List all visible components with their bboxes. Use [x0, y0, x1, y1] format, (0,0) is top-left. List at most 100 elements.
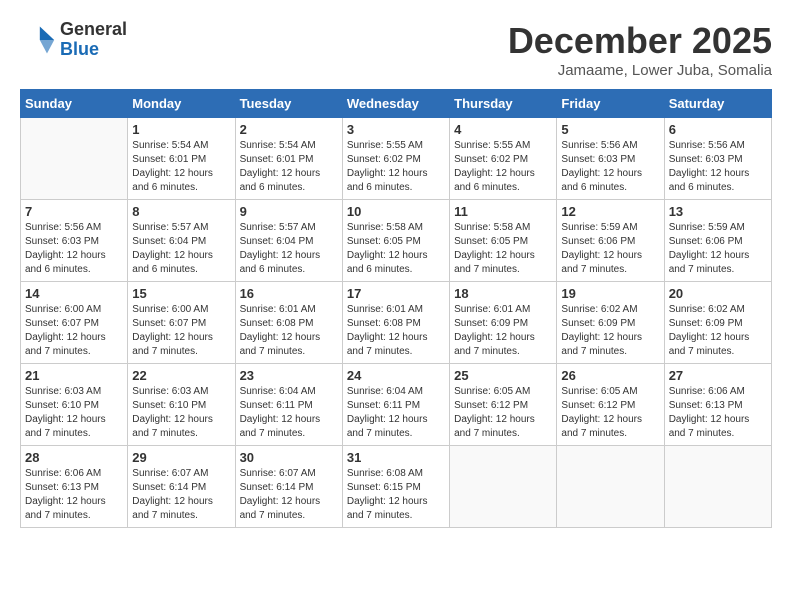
day-info: Sunrise: 6:01 AMSunset: 6:08 PMDaylight:…	[347, 303, 445, 359]
day-info: Sunrise: 6:02 AMSunset: 6:09 PMDaylight:…	[669, 303, 767, 359]
day-number: 15	[132, 286, 230, 301]
calendar-week-row: 14 Sunrise: 6:00 AMSunset: 6:07 PMDayligh…	[21, 282, 772, 364]
day-number: 2	[240, 122, 338, 137]
calendar-day-cell: 11 Sunrise: 5:58 AMSunset: 6:05 PMDayligh…	[450, 200, 557, 282]
calendar-day-cell: 13 Sunrise: 5:59 AMSunset: 6:06 PMDayligh…	[664, 200, 771, 282]
calendar-day-cell: 12 Sunrise: 5:59 AMSunset: 6:06 PMDayligh…	[557, 200, 664, 282]
day-number: 20	[669, 286, 767, 301]
day-number: 11	[454, 204, 552, 219]
day-info: Sunrise: 5:57 AMSunset: 6:04 PMDaylight:…	[132, 221, 230, 277]
day-info: Sunrise: 5:56 AMSunset: 6:03 PMDaylight:…	[561, 139, 659, 195]
day-number: 5	[561, 122, 659, 137]
calendar-day-cell: 18Sunrise: 6:01 AMSunset: 6:09 PMDayligh…	[450, 282, 557, 364]
calendar-week-row: 1 Sunrise: 5:54 AMSunset: 6:01 PMDaylight…	[21, 118, 772, 200]
weekday-header: Saturday	[664, 90, 771, 118]
logo-icon	[20, 22, 56, 58]
day-number: 27	[669, 368, 767, 383]
calendar-day-cell: 22 Sunrise: 6:03 AMSunset: 6:10 PMDayligh…	[128, 364, 235, 446]
calendar-day-cell: 23Sunrise: 6:04 AMSunset: 6:11 PMDayligh…	[235, 364, 342, 446]
weekday-header: Tuesday	[235, 90, 342, 118]
day-number: 9	[240, 204, 338, 219]
day-number: 14	[25, 286, 123, 301]
day-info: Sunrise: 5:56 AMSunset: 6:03 PMDaylight:…	[669, 139, 767, 195]
weekday-header: Wednesday	[342, 90, 449, 118]
day-info: Sunrise: 6:00 AMSunset: 6:07 PMDaylight:…	[25, 303, 123, 359]
title-block: December 2025 Jamaame, Lower Juba, Somal…	[508, 20, 772, 79]
day-info: Sunrise: 5:59 AMSunset: 6:06 PMDaylight:…	[561, 221, 659, 277]
calendar-day-cell: 24 Sunrise: 6:04 AMSunset: 6:11 PMDayligh…	[342, 364, 449, 446]
calendar-week-row: 7 Sunrise: 5:56 AMSunset: 6:03 PMDaylight…	[21, 200, 772, 282]
day-number: 25	[454, 368, 552, 383]
day-info: Sunrise: 5:54 AMSunset: 6:01 PMDaylight:…	[132, 139, 230, 195]
day-info: Sunrise: 6:08 AMSunset: 6:15 PMDaylight:…	[347, 467, 445, 523]
day-info: Sunrise: 6:04 AMSunset: 6:11 PMDaylight:…	[347, 385, 445, 441]
day-info: Sunrise: 6:07 AMSunset: 6:14 PMDaylight:…	[240, 467, 338, 523]
calendar-day-cell: 28 Sunrise: 6:06 AMSunset: 6:13 PMDayligh…	[21, 446, 128, 528]
day-info: Sunrise: 5:59 AMSunset: 6:06 PMDaylight:…	[669, 221, 767, 277]
day-number: 18	[454, 286, 552, 301]
day-number: 12	[561, 204, 659, 219]
day-number: 19	[561, 286, 659, 301]
calendar-table: SundayMondayTuesdayWednesdayThursdayFrid…	[20, 89, 772, 528]
calendar-day-cell: 3 Sunrise: 5:55 AMSunset: 6:02 PMDaylight…	[342, 118, 449, 200]
calendar-day-cell: 2 Sunrise: 5:54 AMSunset: 6:01 PMDaylight…	[235, 118, 342, 200]
day-info: Sunrise: 5:56 AMSunset: 6:03 PMDaylight:…	[25, 221, 123, 277]
day-number: 24	[347, 368, 445, 383]
day-number: 22	[132, 368, 230, 383]
calendar-day-cell: 10Sunrise: 5:58 AMSunset: 6:05 PMDayligh…	[342, 200, 449, 282]
day-info: Sunrise: 5:58 AMSunset: 6:05 PMDaylight:…	[454, 221, 552, 277]
month-title: December 2025	[508, 20, 772, 62]
calendar-day-cell: 26Sunrise: 6:05 AMSunset: 6:12 PMDayligh…	[557, 364, 664, 446]
logo-text: General Blue	[60, 20, 127, 60]
weekday-header-row: SundayMondayTuesdayWednesdayThursdayFrid…	[21, 90, 772, 118]
calendar-day-cell: 31 Sunrise: 6:08 AMSunset: 6:15 PMDayligh…	[342, 446, 449, 528]
calendar-day-cell: 7 Sunrise: 5:56 AMSunset: 6:03 PMDaylight…	[21, 200, 128, 282]
calendar-day-cell: 1 Sunrise: 5:54 AMSunset: 6:01 PMDaylight…	[128, 118, 235, 200]
calendar-day-cell: 8 Sunrise: 5:57 AMSunset: 6:04 PMDaylight…	[128, 200, 235, 282]
calendar-day-cell: 5 Sunrise: 5:56 AMSunset: 6:03 PMDaylight…	[557, 118, 664, 200]
calendar-day-cell	[450, 446, 557, 528]
weekday-header: Thursday	[450, 90, 557, 118]
day-number: 1	[132, 122, 230, 137]
day-number: 13	[669, 204, 767, 219]
weekday-header: Sunday	[21, 90, 128, 118]
day-info: Sunrise: 6:06 AMSunset: 6:13 PMDaylight:…	[25, 467, 123, 523]
day-number: 4	[454, 122, 552, 137]
calendar-day-cell	[664, 446, 771, 528]
day-number: 8	[132, 204, 230, 219]
day-number: 16	[240, 286, 338, 301]
day-info: Sunrise: 6:02 AMSunset: 6:09 PMDaylight:…	[561, 303, 659, 359]
day-info: Sunrise: 5:55 AMSunset: 6:02 PMDaylight:…	[347, 139, 445, 195]
day-number: 26	[561, 368, 659, 383]
location-subtitle: Jamaame, Lower Juba, Somalia	[508, 62, 772, 79]
calendar-day-cell: 27 Sunrise: 6:06 AMSunset: 6:13 PMDayligh…	[664, 364, 771, 446]
day-number: 3	[347, 122, 445, 137]
weekday-header: Friday	[557, 90, 664, 118]
day-number: 21	[25, 368, 123, 383]
day-info: Sunrise: 5:57 AMSunset: 6:04 PMDaylight:…	[240, 221, 338, 277]
calendar-day-cell: 14 Sunrise: 6:00 AMSunset: 6:07 PMDayligh…	[21, 282, 128, 364]
day-info: Sunrise: 6:06 AMSunset: 6:13 PMDaylight:…	[669, 385, 767, 441]
day-info: Sunrise: 6:01 AMSunset: 6:08 PMDaylight:…	[240, 303, 338, 359]
day-info: Sunrise: 5:54 AMSunset: 6:01 PMDaylight:…	[240, 139, 338, 195]
calendar-day-cell: 21Sunrise: 6:03 AMSunset: 6:10 PMDayligh…	[21, 364, 128, 446]
day-number: 30	[240, 450, 338, 465]
day-number: 6	[669, 122, 767, 137]
day-info: Sunrise: 6:03 AMSunset: 6:10 PMDaylight:…	[132, 385, 230, 441]
day-number: 7	[25, 204, 123, 219]
weekday-header: Monday	[128, 90, 235, 118]
calendar-day-cell: 19 Sunrise: 6:02 AMSunset: 6:09 PMDayligh…	[557, 282, 664, 364]
day-number: 28	[25, 450, 123, 465]
day-info: Sunrise: 6:00 AMSunset: 6:07 PMDaylight:…	[132, 303, 230, 359]
page-header: General Blue December 2025 Jamaame, Lowe…	[20, 20, 772, 79]
logo: General Blue	[20, 20, 127, 60]
calendar-day-cell: 17Sunrise: 6:01 AMSunset: 6:08 PMDayligh…	[342, 282, 449, 364]
calendar-day-cell: 25Sunrise: 6:05 AMSunset: 6:12 PMDayligh…	[450, 364, 557, 446]
day-info: Sunrise: 5:55 AMSunset: 6:02 PMDaylight:…	[454, 139, 552, 195]
calendar-day-cell: 20 Sunrise: 6:02 AMSunset: 6:09 PMDayligh…	[664, 282, 771, 364]
calendar-day-cell: 4 Sunrise: 5:55 AMSunset: 6:02 PMDaylight…	[450, 118, 557, 200]
calendar-day-cell: 29Sunrise: 6:07 AMSunset: 6:14 PMDayligh…	[128, 446, 235, 528]
day-number: 31	[347, 450, 445, 465]
day-number: 29	[132, 450, 230, 465]
calendar-day-cell	[557, 446, 664, 528]
